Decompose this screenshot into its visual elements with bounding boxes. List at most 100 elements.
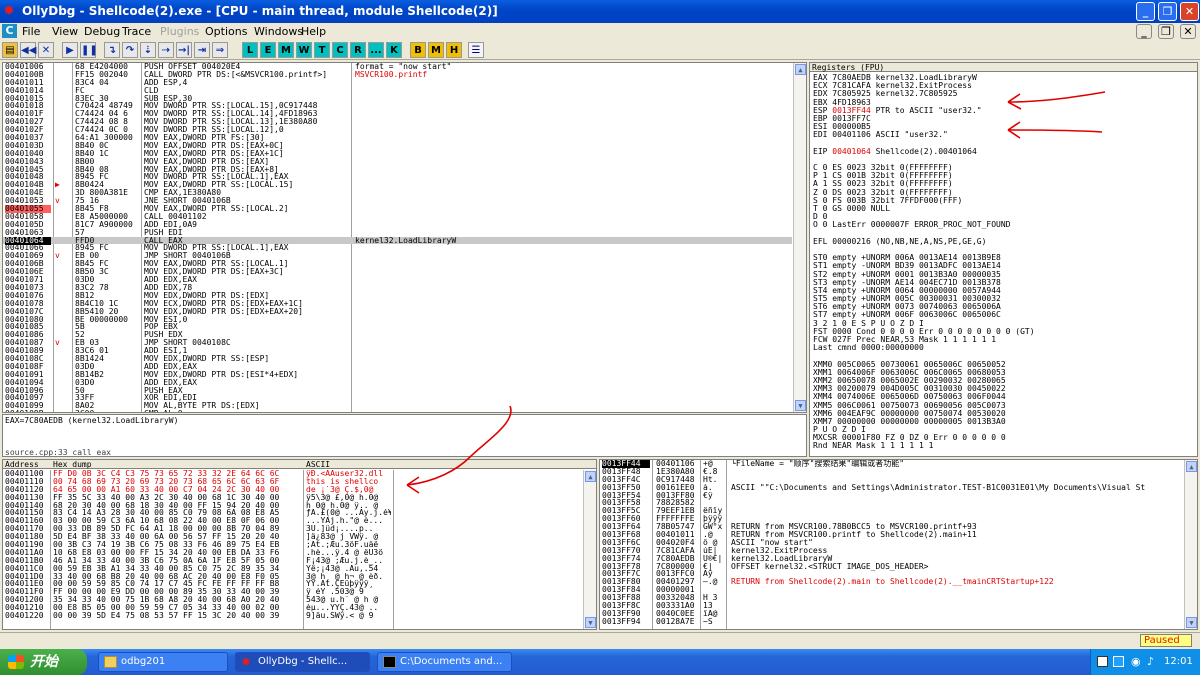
run-trace-button[interactable]: ... <box>368 42 384 58</box>
dump-row[interactable]: 004011D0 33 40 00 68 B8 20 40 00 68 AC 20… <box>3 573 582 581</box>
disasm-row[interactable]: 00401096 50 PUSH EAX <box>3 387 792 395</box>
disasm-row[interactable]: 00401048 8945 FC MOV DWORD PTR SS:[LOCAL.… <box>3 173 792 181</box>
disasm-row[interactable]: 0040103D 8B40 0C MOV EAX,DWORD PTR DS:[EA… <box>3 142 792 150</box>
stack-row[interactable]: 0013FF6C 004020F4 ô @ ASCII "now start" <box>600 539 1183 547</box>
dump-row[interactable]: 00401150 83 C4 14 A3 28 30 40 00 85 C0 79… <box>3 509 582 517</box>
references-button[interactable]: R <box>350 42 366 58</box>
animate-over-icon[interactable]: ⇢ <box>158 42 174 58</box>
animate-into-icon[interactable]: ⇣ <box>140 42 156 58</box>
step-into-icon[interactable]: ↴ <box>104 42 120 58</box>
disasm-row[interactable]: 0040101F C74424 04 6 MOV DWORD PTR SS:[LO… <box>3 110 792 118</box>
run-icon[interactable]: ▶ <box>62 42 78 58</box>
menu-windows[interactable]: Windows <box>254 25 303 38</box>
mdi-restore-button[interactable]: ❐ <box>1158 24 1174 39</box>
mdi-close-button[interactable]: ✕ <box>1180 24 1196 39</box>
stack-row[interactable]: 0013FF58 78828582 <box>600 499 1183 507</box>
open-icon[interactable]: ▤ <box>2 42 18 58</box>
menu-trace[interactable]: Trace <box>122 25 151 38</box>
disasm-row[interactable]: 00401087 v EB 03 JMP SHORT 0040108C <box>3 339 792 347</box>
disasm-row[interactable]: 00401055 8B45 F8 MOV EAX,DWORD PTR SS:[LO… <box>3 205 792 214</box>
execute-till-return-icon[interactable]: →| <box>176 42 192 58</box>
dump-row[interactable]: 00401220 00 00 39 5D E4 75 08 53 57 FF 15… <box>3 612 582 620</box>
disasm-row[interactable]: 00401045 8B40 08 MOV EAX,DWORD PTR DS:[EA… <box>3 166 792 174</box>
go-to-icon[interactable]: ⇒ <box>212 42 228 58</box>
disasm-row[interactable]: 0040106B 8B45 FC MOV EAX,DWORD PTR SS:[LO… <box>3 260 792 268</box>
disasm-row[interactable]: 00401069 v EB 00 JMP SHORT 0040106B <box>3 252 792 260</box>
disasm-row[interactable]: 00401040 8B40 1C MOV EAX,DWORD PTR DS:[EA… <box>3 150 792 158</box>
list-icon[interactable]: ☰ <box>468 42 484 58</box>
dump-row[interactable]: 00401200 35 34 33 40 00 75 1B 68 A8 20 40… <box>3 596 582 604</box>
disasm-row[interactable]: 0040104B ▶ 8B0424 MOV EAX,DWORD PTR SS:[LOC… <box>3 181 792 189</box>
disasm-row[interactable]: 0040102F C74424 0C 0 MOV DWORD PTR SS:[LO… <box>3 126 792 134</box>
step-over-icon[interactable]: ↷ <box>122 42 138 58</box>
dump-scrollbar[interactable]: ▲ ▼ <box>583 470 596 629</box>
start-button[interactable]: 开始 <box>0 649 87 675</box>
modules-button[interactable]: E <box>260 42 276 58</box>
memory-button[interactable]: M <box>278 42 294 58</box>
disasm-row[interactable]: 0040108F 03D0 ADD EDX,EAX <box>3 363 792 371</box>
stack-row[interactable]: 0013FF90 0040C0EE îÀ@ <box>600 610 1183 618</box>
stack-scrollbar[interactable]: ▲ ▼ <box>1184 460 1197 629</box>
disasm-scrollbar[interactable]: ▲ ▼ <box>793 63 806 412</box>
task-ollydbg[interactable]: ✹ OllyDbg - Shellc... <box>235 652 370 672</box>
dump-row[interactable]: 004011B0 46 A1 34 33 40 00 3B C6 75 0A 6A… <box>3 557 582 565</box>
stack-row[interactable]: 0013FF80 00401297 —.@ RETURN from Shellcode… <box>600 578 1183 586</box>
stack-row[interactable]: 0013FF44 00401106 +@ └FileName = "顺序"搜索结果"编… <box>600 460 1183 468</box>
scroll-down-icon[interactable]: ▼ <box>795 400 806 411</box>
menu-debug[interactable]: Debug <box>84 25 120 38</box>
disasm-row[interactable]: 00401006 68 E4204000 PUSH OFFSET 004020E4… <box>3 63 792 71</box>
stack-row[interactable]: 0013FF60 FFFFFFFE þÿÿÿ <box>600 515 1183 523</box>
menu-options[interactable]: Options <box>205 25 247 38</box>
stack-row[interactable]: 0013FF88 00332048 H 3 <box>600 594 1183 602</box>
disasm-row[interactable]: 00401014 FC CLD <box>3 87 792 95</box>
pause-icon[interactable]: ❚❚ <box>80 42 98 58</box>
disasm-row[interactable]: 00401089 83C6 01 ADD ESI,1 <box>3 347 792 355</box>
disasm-row[interactable]: 00401015 83EC 30 SUB ESP,30 <box>3 95 792 103</box>
dump-row[interactable]: 004011C0 00 59 EB 3B A1 34 33 40 00 85 C0… <box>3 565 582 573</box>
disasm-row[interactable]: 0040104E 3D 800A381E CMP EAX,1E380A80 <box>3 189 792 197</box>
menu-view[interactable]: View <box>52 25 78 38</box>
dump-row[interactable]: 004011F0 FF 00 00 00 E9 DD 00 00 00 89 35… <box>3 588 582 596</box>
stack-row[interactable]: 0013FF54 0013FF80 €ÿ <box>600 492 1183 500</box>
dump-col-hex[interactable]: Hex dump <box>53 460 92 469</box>
dump-row[interactable]: 00401140 68 20 30 40 00 68 18 30 40 00 FF… <box>3 502 582 510</box>
disasm-row[interactable]: 00401073 83C2 78 ADD EDX,78 <box>3 284 792 292</box>
disasm-row[interactable]: 00401058 E8 A5000000 CALL 00401102 <box>3 213 792 221</box>
dump-row[interactable]: 004011E0 00 00 59 59 85 C0 74 17 C7 45 FC… <box>3 580 582 588</box>
restart-icon[interactable]: ◀◀ <box>20 42 36 58</box>
handles-button[interactable]: H <box>446 42 462 58</box>
scroll-down-icon[interactable]: ▼ <box>1186 617 1197 628</box>
disasm-row[interactable]: 0040108C 8B1424 MOV EDX,DWORD PTR SS:[ESP… <box>3 355 792 363</box>
mdi-minimize-button[interactable]: _ <box>1136 24 1152 39</box>
dump-row[interactable]: 00401190 00 3B C3 74 19 3B C6 75 08 33 F6… <box>3 541 582 549</box>
volume-icon[interactable]: ♪ <box>1147 655 1154 668</box>
disasm-row[interactable]: 0040100B FF15 002040 CALL DWORD PTR DS:[<… <box>3 71 792 79</box>
keyboard-icon[interactable] <box>1097 656 1108 667</box>
stack-row[interactable]: 0013FF68 00401011 .@ RETURN from MSVCR100.p… <box>600 531 1183 539</box>
stack-row[interactable]: 0013FF74 7C80AEDB Û®€| kernel32.LoadLibrary… <box>600 555 1183 563</box>
stack-row[interactable]: 0013FF4C 0C917448 Ht. <box>600 476 1183 484</box>
disasm-row[interactable]: 00401053 v 75 16 JNE SHORT 0040106B <box>3 197 792 205</box>
stack-row[interactable]: 0013FF48 1E380A80 €.8 <box>600 468 1183 476</box>
minimize-button[interactable]: _ <box>1136 2 1155 21</box>
disasm-row[interactable]: 00401078 8B4C10 1C MOV ECX,DWORD PTR DS:[… <box>3 300 792 308</box>
network-icon[interactable]: ◉ <box>1131 655 1141 668</box>
memory-map-button[interactable]: M <box>428 42 444 58</box>
stack-row[interactable]: 0013FF78 7C800000 €| OFFSET kernel32.<STRU… <box>600 563 1183 571</box>
windows-button[interactable]: W <box>296 42 312 58</box>
dump-row[interactable]: 00401180 5D E4 BF 38 33 40 00 6A 00 56 57… <box>3 533 582 541</box>
execute-till-user-icon[interactable]: ⇥ <box>194 42 210 58</box>
close-program-icon[interactable]: ✕ <box>38 42 54 58</box>
disasm-row[interactable]: 0040106E 8B50 3C MOV EDX,DWORD PTR DS:[EA… <box>3 268 792 276</box>
task-odbg201[interactable]: odbg201 <box>98 652 228 672</box>
stack-row[interactable]: 0013FF50 00161EE0 à. ASCII ""C:\Documents a… <box>600 484 1183 492</box>
disasm-row[interactable]: 00401071 03D0 ADD EDX,EAX <box>3 276 792 284</box>
scroll-up-icon[interactable]: ▲ <box>585 471 596 482</box>
dump-col-ascii[interactable]: ASCII <box>306 460 330 469</box>
disasm-row[interactable]: 0040107C 8B5410 20 MOV EDX,DWORD PTR DS:[… <box>3 308 792 316</box>
disasm-row[interactable]: 00401027 C74424 08 8 MOV DWORD PTR SS:[LO… <box>3 118 792 126</box>
disasm-row[interactable]: 00401064 FFD0 CALL EAX kernel32.LoadLibrar… <box>3 236 792 245</box>
disasm-row[interactable]: 00401011 83C4 04 ADD ESP,4 <box>3 79 792 87</box>
cpu-icon[interactable]: C <box>2 24 17 38</box>
stack-row[interactable]: 0013FF64 78B05747 GW°x RETURN from MSVCR100… <box>600 523 1183 531</box>
